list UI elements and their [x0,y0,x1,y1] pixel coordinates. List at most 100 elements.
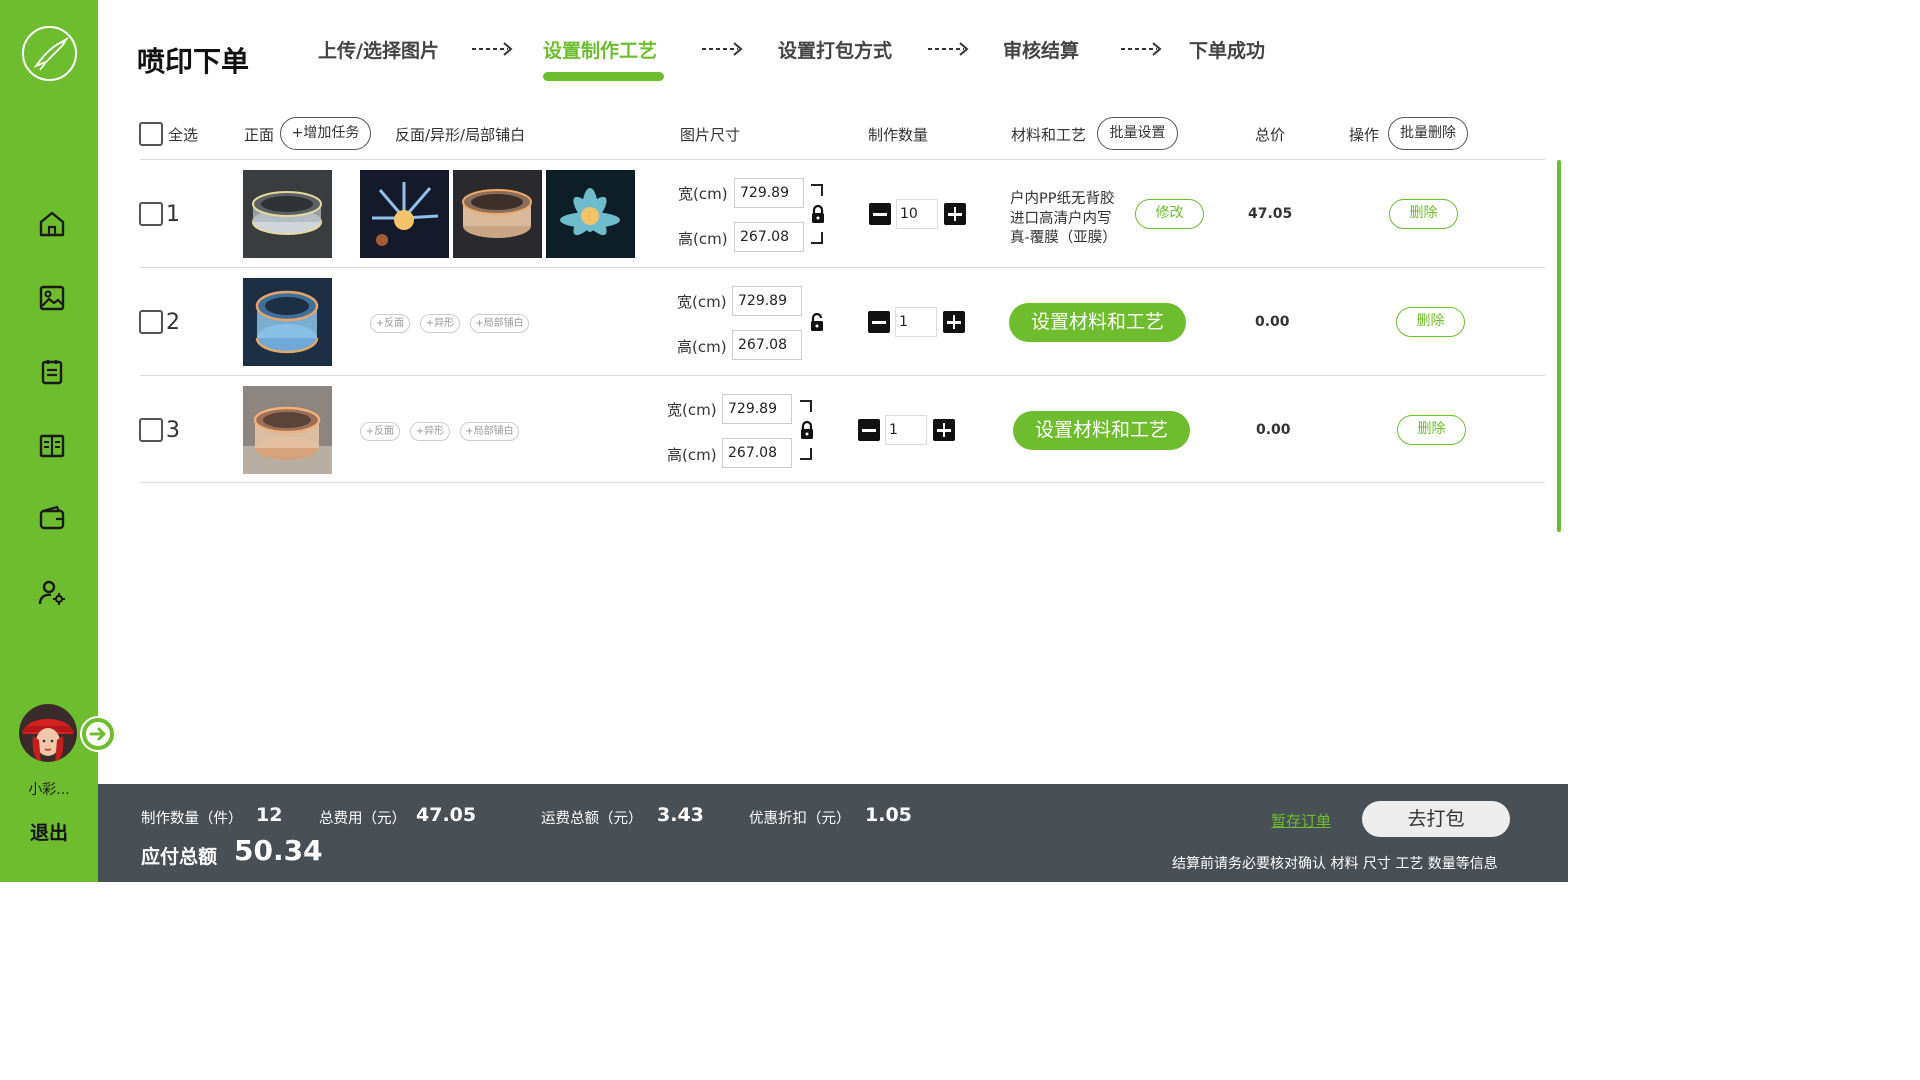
material-text: 户内PP纸无背胶进口高清户内写真-覆膜（亚膜） [1010,191,1117,246]
footer-summary: 制作数量（件） 12 总费用（元） 47.05 运费总额（元） 3.43 优惠折… [98,784,1568,882]
step-success[interactable]: 下单成功 [1189,36,1265,63]
batch-set-button[interactable]: 批量设置 [1097,117,1178,150]
front-image[interactable] [243,170,332,258]
qty-input[interactable]: 1 [895,307,937,337]
sidebar: 小彩... 退出 [0,0,116,882]
wallet-icon[interactable] [37,503,67,533]
add-white-base-chip[interactable]: +局部铺白 [460,422,519,441]
height-input[interactable]: 267.08 [734,222,804,252]
row-checkbox[interactable] [139,202,163,226]
set-material-button[interactable]: 设置材料和工艺 [1009,303,1186,342]
step-packing[interactable]: 设置打包方式 [778,36,892,63]
back-header: 反面/异形/局部铺白 [395,126,526,144]
qty-input[interactable]: 10 [896,199,938,229]
divider [140,159,1545,160]
row-price: 47.05 [1248,206,1293,222]
row-index: 1 [166,202,180,227]
add-shape-chip[interactable]: +异形 [420,314,460,333]
verification-notice: 结算前请务必要核对确认 材料 尺寸 工艺 数量等信息 [1172,856,1498,872]
add-white-base-chip[interactable]: +局部铺白 [470,314,529,333]
width-input[interactable]: 729.89 [722,394,792,424]
active-step-indicator [543,72,664,81]
home-icon[interactable] [37,209,67,239]
qty-header: 制作数量 [868,126,929,144]
user-settings-icon[interactable] [37,578,67,608]
qty-summary-label: 制作数量（件） [141,811,243,827]
shipping-summary-value: 3.43 [657,804,704,826]
row-index: 2 [166,310,180,335]
batch-delete-button[interactable]: 批量删除 [1388,117,1468,150]
delete-button[interactable]: 删除 [1389,199,1458,229]
row-price: 0.00 [1256,422,1291,438]
height-label: 高(cm) [677,338,727,356]
arrow-right-circle-icon[interactable] [80,716,116,752]
logout-button[interactable]: 退出 [0,818,98,845]
bird-logo-icon[interactable] [22,26,77,81]
height-input[interactable]: 267.08 [732,330,802,360]
total-header: 总价 [1255,126,1286,144]
height-input[interactable]: 267.08 [722,438,792,468]
go-to-packing-button[interactable]: 去打包 [1362,801,1510,837]
width-label: 宽(cm) [677,293,727,311]
add-back-chip[interactable]: +反面 [360,422,400,441]
select-all-label: 全选 [168,126,199,144]
qty-decrease-button[interactable] [858,419,880,441]
bracket-bottom [811,232,823,244]
step-upload[interactable]: 上传/选择图片 [318,36,439,63]
white-base-image[interactable] [546,170,635,258]
dashed-arrow-icon [928,42,969,56]
select-all-checkbox[interactable] [139,122,163,146]
image-icon[interactable] [37,283,67,313]
bracket-bottom [800,448,812,460]
front-image[interactable] [243,386,332,474]
lock-closed-icon[interactable] [798,420,816,440]
size-header: 图片尺寸 [680,126,741,144]
avatar[interactable] [19,704,77,762]
step-craft[interactable]: 设置制作工艺 [543,36,657,63]
scrollbar[interactable] [1557,160,1561,532]
add-back-chip[interactable]: +反面 [370,314,410,333]
bracket-top [811,184,823,196]
qty-increase-button[interactable] [943,311,965,333]
add-shape-chip[interactable]: +异形 [410,422,450,441]
qty-summary-value: 12 [256,804,283,826]
book-icon[interactable] [37,430,67,460]
step-review[interactable]: 审核结算 [1003,36,1079,63]
modify-button[interactable]: 修改 [1135,199,1204,229]
page-title: 喷印下单 [137,45,250,78]
lock-closed-icon[interactable] [809,204,827,224]
fee-summary-value: 47.05 [416,804,477,826]
width-label: 宽(cm) [667,401,717,419]
add-task-button[interactable]: +增加任务 [280,117,371,150]
save-draft-link[interactable]: 暂存订单 [1271,810,1331,831]
qty-decrease-button[interactable] [869,203,891,225]
shipping-summary-label: 运费总额（元） [541,811,643,827]
qty-decrease-button[interactable] [868,311,890,333]
delete-button[interactable]: 删除 [1396,307,1465,337]
dashed-arrow-icon [1121,42,1162,56]
divider [140,482,1545,483]
row-checkbox[interactable] [139,418,163,442]
clipboard-icon[interactable] [37,356,67,386]
back-image[interactable] [360,170,449,258]
lock-open-icon[interactable] [808,312,826,332]
set-material-button[interactable]: 设置材料和工艺 [1013,411,1190,450]
delete-button[interactable]: 删除 [1397,415,1466,445]
front-image[interactable] [243,278,332,366]
ops-header: 操作 [1349,126,1380,144]
discount-summary-label: 优惠折扣（元） [749,811,851,827]
width-input[interactable]: 729.89 [734,178,804,208]
shape-image[interactable] [453,170,542,258]
height-label: 高(cm) [667,446,717,464]
qty-increase-button[interactable] [933,419,955,441]
row-checkbox[interactable] [139,310,163,334]
qty-increase-button[interactable] [944,203,966,225]
qty-input[interactable]: 1 [885,415,927,445]
fee-summary-label: 总费用（元） [319,811,406,827]
width-input[interactable]: 729.89 [732,286,802,316]
bracket-top [800,400,812,412]
dashed-arrow-icon [472,42,513,56]
front-header: 正面 [244,126,275,144]
row-index: 3 [166,418,180,443]
total-payable-value: 50.34 [234,834,323,867]
